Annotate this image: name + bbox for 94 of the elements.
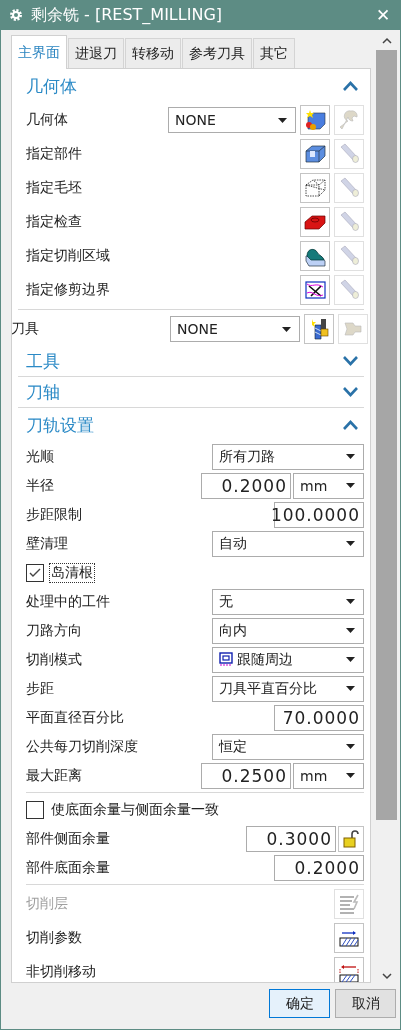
section-title: 工具 (26, 349, 60, 373)
number-field[interactable]: 0.2500 (201, 762, 291, 789)
dropdown[interactable]: 跟随周边 (212, 646, 364, 673)
dropdown[interactable]: mm (293, 762, 364, 789)
expand-chevron-icon[interactable] (343, 387, 358, 397)
field-label: 几何体 (26, 111, 69, 129)
select-button[interactable] (300, 275, 330, 305)
dropdown-arrow-icon (346, 686, 355, 691)
field-label: 切削层 (26, 895, 69, 913)
tab[interactable]: 转移动 (125, 38, 181, 68)
checkbox-label: 岛清根 (49, 562, 95, 583)
settings-dialog-button[interactable] (334, 923, 364, 953)
dropdown[interactable]: 无 (212, 588, 364, 615)
tab[interactable]: 进退刀 (68, 38, 124, 68)
field-label: 刀路方向 (26, 621, 83, 640)
block-star-icon (303, 108, 327, 132)
checkmark-icon (28, 566, 42, 579)
follow-periphery-icon (219, 651, 233, 666)
checkbox[interactable] (26, 800, 44, 819)
dropdown-arrow-icon (346, 454, 355, 459)
dropdown-arrow-icon (346, 628, 355, 633)
number-field[interactable]: 100.0000 (274, 501, 364, 528)
field-label: 指定部件 (26, 145, 83, 163)
dropdown[interactable]: 向内 (212, 617, 364, 644)
field-label: 切削模式 (26, 650, 83, 669)
tab[interactable]: 主界面 (11, 35, 67, 69)
dropdown[interactable]: NONE (168, 107, 296, 133)
dropdown-arrow-icon (346, 483, 355, 488)
expand-chevron-icon[interactable] (343, 356, 358, 366)
field-label: 步距限制 (26, 505, 83, 524)
field-label: 壁清理 (26, 534, 69, 553)
dropdown-arrow-icon (282, 326, 291, 332)
settings-icon (9, 8, 23, 22)
section-title: 刀轨设置 (26, 413, 94, 437)
dropdown[interactable]: mm (293, 472, 364, 499)
dropdown[interactable]: 恒定 (212, 733, 364, 760)
collapse-chevron-icon[interactable] (343, 81, 358, 91)
field-label: 指定切削区域 (26, 247, 111, 265)
field-label: 半径 (26, 476, 55, 495)
cut-parameters-icon (339, 931, 359, 947)
dropdown[interactable]: 刀具平直百分比 (212, 675, 364, 702)
check-body-icon (304, 215, 326, 230)
dropdown[interactable]: 所有刀路 (212, 443, 364, 470)
dialog-button[interactable]: 取消 (335, 989, 396, 1018)
select-button[interactable] (300, 241, 330, 271)
field-label: 部件侧面余量 (26, 829, 111, 848)
new-tool-button[interactable] (304, 314, 334, 344)
number-field[interactable]: 0.3000 (246, 825, 336, 852)
section-title: 刀轴 (26, 380, 60, 404)
tab[interactable]: 其它 (253, 38, 295, 68)
field-label: 最大距离 (26, 766, 83, 785)
non-cutting-moves-icon (339, 965, 359, 982)
field-label: 公共每刀切削深度 (26, 737, 139, 756)
field-label: 切削参数 (26, 929, 83, 947)
dropdown-arrow-icon (346, 599, 355, 604)
scrollbar-thumb[interactable] (376, 50, 397, 820)
dropdown[interactable]: 自动 (212, 530, 364, 557)
dialog-button[interactable]: 确定 (269, 989, 330, 1018)
field-label: 刀具 (12, 320, 40, 338)
number-field[interactable]: 70.0000 (274, 704, 364, 731)
dropdown-arrow-icon (278, 117, 287, 123)
number-field[interactable]: 0.2000 (274, 854, 364, 881)
section-title: 几何体 (26, 74, 77, 98)
wrench-icon (337, 108, 361, 132)
surface-area-icon (305, 249, 326, 267)
field-label: 平面直径百分比 (26, 708, 125, 727)
checkbox-label: 使底面余量与侧面余量一致 (50, 799, 220, 819)
close-button[interactable]: ✕ (374, 4, 392, 26)
settings-dialog-button[interactable] (334, 957, 364, 982)
field-label: 指定毛坯 (26, 179, 83, 197)
checkbox[interactable] (26, 563, 44, 582)
padlock-icon (343, 829, 359, 848)
field-label: 非切削移动 (26, 963, 97, 981)
dropdown-arrow-icon (346, 744, 355, 749)
dropdown-arrow-icon (346, 657, 355, 662)
select-button[interactable] (300, 207, 330, 237)
field-label: 指定检查 (26, 213, 83, 231)
dropdown[interactable]: NONE (170, 316, 300, 342)
part-block-icon (305, 145, 326, 163)
new-geometry-button[interactable] (300, 105, 330, 135)
window-title: 剩余铣 - [REST_MILLING] (31, 4, 224, 26)
field-label: 部件底面余量 (26, 858, 111, 877)
collapse-chevron-icon[interactable] (343, 420, 358, 430)
field-label: 处理中的工件 (26, 592, 111, 611)
dropdown-arrow-icon (346, 773, 355, 778)
trim-boundary-icon (305, 281, 326, 299)
number-field[interactable]: 0.2000 (201, 472, 291, 499)
field-label: 光顺 (26, 447, 55, 466)
wireframe-cube-icon (305, 179, 326, 197)
tab[interactable]: 参考刀具 (182, 38, 252, 68)
dropdown-arrow-icon (346, 541, 355, 546)
lock-button[interactable] (338, 825, 364, 852)
field-label: 指定修剪边界 (26, 281, 111, 299)
field-label: 步距 (26, 679, 55, 698)
